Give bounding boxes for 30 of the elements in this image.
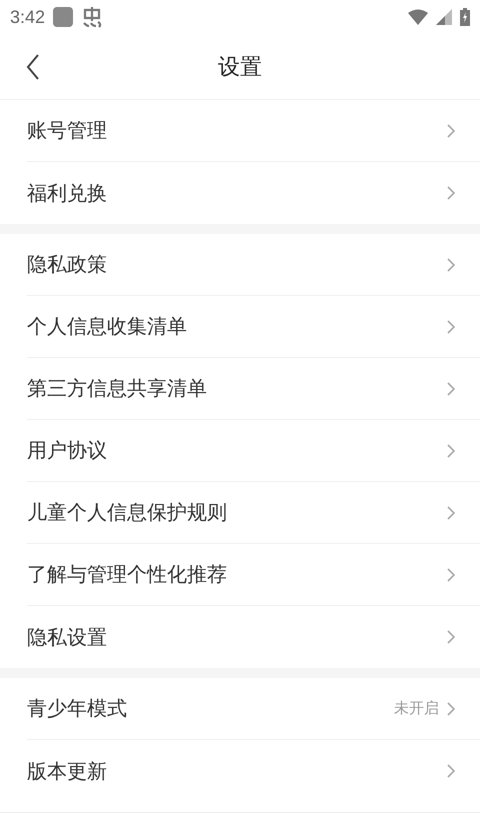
- status-time: 3:42: [10, 6, 46, 28]
- chevron-icon: [447, 258, 455, 272]
- chevron-icon: [447, 186, 455, 200]
- wifi-icon: [408, 9, 428, 25]
- battery-icon: [460, 8, 470, 26]
- settings-row[interactable]: 了解与管理个性化推荐: [27, 544, 480, 606]
- app-notification-icon: [81, 6, 104, 28]
- chevron-icon: [447, 568, 455, 582]
- page-title: 设置: [218, 54, 262, 82]
- chevron-icon: [447, 764, 455, 778]
- chevron-icon: [447, 444, 455, 458]
- settings-row[interactable]: 第三方信息共享清单: [27, 358, 480, 420]
- chevron-icon: [447, 320, 455, 334]
- app-notification-icon: [53, 7, 74, 27]
- settings-row[interactable]: 用户协议: [27, 420, 480, 482]
- settings-row[interactable]: 福利兑换: [27, 162, 480, 224]
- chevron-icon: [447, 124, 455, 138]
- settings-row[interactable]: 儿童个人信息保护规则: [27, 482, 480, 544]
- chevron-icon: [447, 630, 455, 644]
- chevron-icon: [447, 702, 455, 716]
- settings-row[interactable]: 个人信息收集清单: [27, 296, 480, 358]
- settings-row[interactable]: 版本更新: [27, 740, 480, 802]
- chevron-icon: [447, 506, 455, 520]
- chevron-icon: [447, 382, 455, 396]
- settings-row[interactable]: 青少年模式 未开启: [27, 678, 480, 740]
- settings-row[interactable]: 账号管理: [27, 100, 480, 162]
- settings-row[interactable]: 隐私政策: [27, 234, 480, 296]
- settings-row[interactable]: 隐私设置: [27, 606, 480, 668]
- back-icon[interactable]: [26, 54, 40, 80]
- signal-icon: [436, 9, 452, 25]
